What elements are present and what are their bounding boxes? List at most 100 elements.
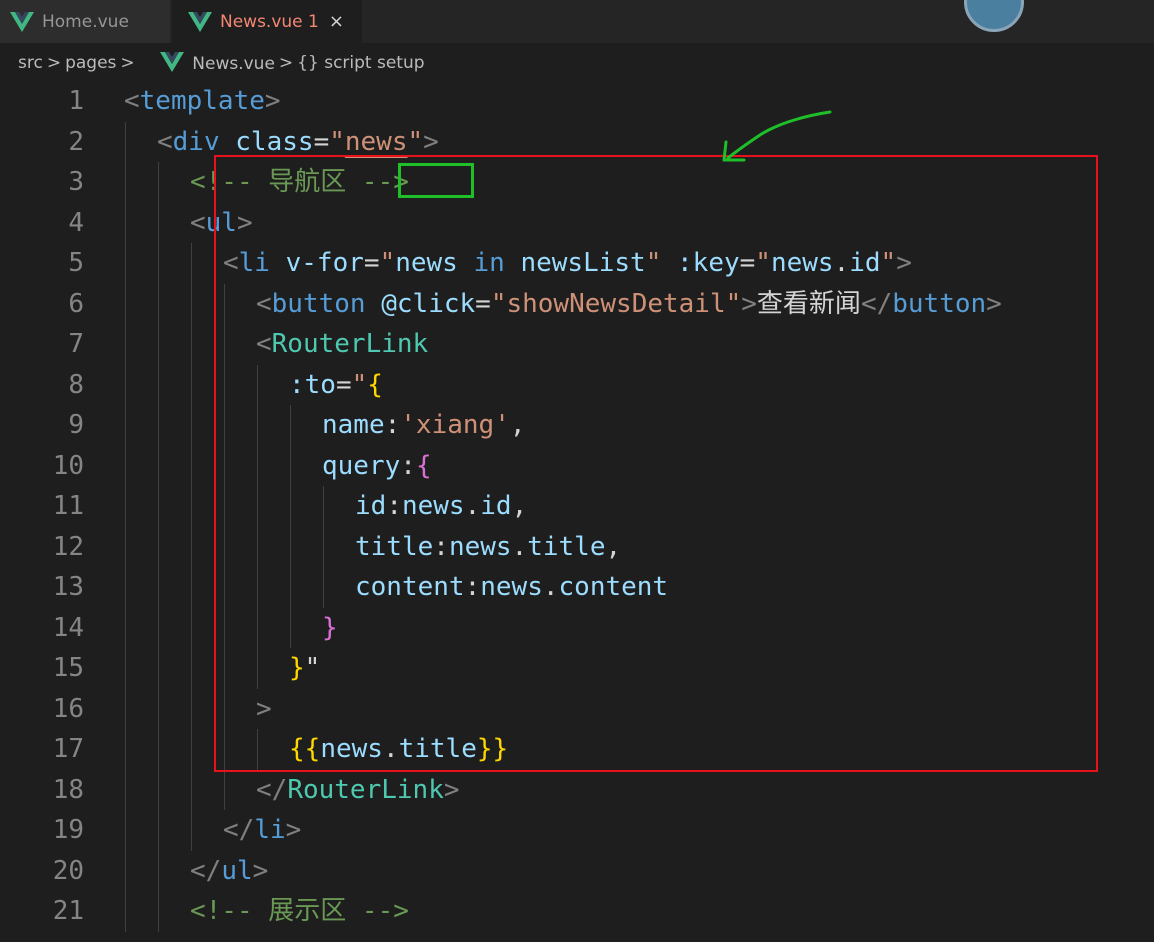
- code-line[interactable]: 17 {{news.title}}: [0, 729, 1154, 770]
- code-line[interactable]: 12 title:news.title,: [0, 527, 1154, 568]
- code-token: 查看新闻: [756, 288, 861, 319]
- code-token: </: [860, 288, 893, 319]
- code-token: id: [480, 491, 512, 521]
- code-text: >: [256, 689, 272, 730]
- code-editor[interactable]: 1 <template> 2 <div class="news"> 3 <!-- 导航区 …: [0, 83, 1154, 942]
- code-token: title: [355, 531, 434, 562]
- line-number: 16: [52, 693, 84, 724]
- code-line[interactable]: 4 <ul>: [0, 203, 1154, 244]
- code-text: :to="{: [289, 365, 383, 406]
- code-line[interactable]: 16 >: [0, 689, 1154, 730]
- code-token: </: [256, 774, 288, 805]
- code-token: <: [223, 248, 239, 278]
- code-token: :: [433, 531, 449, 562]
- code-token: news: [480, 572, 543, 602]
- code-token: =: [475, 288, 491, 319]
- code-line[interactable]: 18 </RouterLink>: [0, 770, 1154, 811]
- code-token: content: [558, 572, 669, 602]
- code-text: </ul>: [190, 851, 268, 892]
- code-text: <!-- 导航区 -->: [190, 162, 409, 203]
- code-token: <: [124, 86, 140, 116]
- code-token: :key: [677, 248, 740, 278]
- code-token: div: [172, 126, 220, 157]
- code-line[interactable]: 10 query:{: [0, 446, 1154, 487]
- code-line[interactable]: 20 </ul>: [0, 851, 1154, 892]
- code-token: news: [395, 248, 458, 278]
- breadcrumb-item-pages[interactable]: pages: [65, 53, 116, 73]
- code-token: .: [833, 248, 850, 278]
- code-line[interactable]: 7 <RouterLink: [0, 324, 1154, 365]
- line-number: 13: [52, 572, 84, 602]
- code-token: =: [313, 126, 330, 157]
- code-line[interactable]: 13 content:news.content: [0, 567, 1154, 608]
- close-icon[interactable]: ×: [329, 11, 344, 32]
- code-token: <: [190, 207, 206, 238]
- code-token: {{: [289, 734, 321, 764]
- breadcrumb-item-src[interactable]: src: [18, 53, 43, 73]
- code-line[interactable]: 21 <!-- 展示区 -->: [0, 891, 1154, 932]
- code-line[interactable]: 9 name:'xiang',: [0, 405, 1154, 446]
- code-token: </: [223, 815, 255, 845]
- line-number: 10: [52, 450, 84, 481]
- code-text: query:{: [322, 446, 432, 487]
- code-text: <ul>: [190, 203, 253, 244]
- code-token: >: [741, 288, 757, 319]
- code-line[interactable]: 1 <template>: [0, 83, 1154, 122]
- line-number: 15: [52, 653, 84, 683]
- code-token: </: [190, 855, 222, 886]
- code-line[interactable]: 14}: [0, 608, 1154, 649]
- line-number: 6: [68, 288, 84, 319]
- code-line[interactable]: 3 <!-- 导航区 -->: [0, 162, 1154, 203]
- chevron-right-icon: >: [46, 53, 62, 73]
- line-number: 12: [52, 531, 84, 562]
- code-token: ": [379, 248, 396, 278]
- vue-logo-icon: [188, 11, 212, 32]
- code-line[interactable]: 11 id:news.id,: [0, 486, 1154, 527]
- code-text: <!-- 展示区 -->: [190, 891, 409, 932]
- code-token: }: [289, 653, 305, 683]
- line-number: 7: [68, 329, 84, 359]
- code-text: <button @click="showNewsDetail">查看新闻</bu…: [256, 284, 1002, 325]
- code-token: ": [351, 369, 368, 400]
- code-text: <li v-for="news in newsList" :key="news.…: [223, 243, 912, 284]
- code-token: .: [542, 572, 559, 602]
- line-number: 8: [68, 369, 84, 400]
- code-text: {{news.title}}: [289, 729, 508, 770]
- code-token: :to: [289, 369, 336, 400]
- code-token: >: [285, 815, 302, 845]
- code-token: v-for: [285, 248, 364, 278]
- code-token: =: [335, 369, 352, 400]
- code-token: class: [235, 126, 314, 157]
- code-token: :: [386, 491, 402, 521]
- code-token: .: [511, 531, 528, 562]
- code-line[interactable]: 15}": [0, 648, 1154, 689]
- code-token: news: [320, 734, 383, 764]
- line-number: 20: [52, 855, 84, 886]
- vue-logo-icon: [10, 11, 34, 32]
- code-line[interactable]: 6 <button @click="showNewsDetail">查看新闻</b…: [0, 284, 1154, 325]
- code-token: :: [400, 450, 416, 481]
- code-token: >: [264, 86, 281, 116]
- code-line[interactable]: 8 :to="{: [0, 365, 1154, 406]
- code-line[interactable]: 2 <div class="news">: [0, 122, 1154, 163]
- code-text: content:news.content: [355, 567, 668, 608]
- code-line[interactable]: 5 <li v-for="news in newsList" :key="news…: [0, 243, 1154, 284]
- clock-badge: 12:48: [964, 0, 1024, 32]
- code-token: button: [271, 288, 366, 319]
- line-number: 11: [52, 491, 84, 521]
- code-token: >: [423, 126, 439, 157]
- code-text: <RouterLink: [256, 324, 428, 365]
- chevron-right-icon: >: [278, 53, 294, 73]
- breadcrumb-item-script-setup[interactable]: {} script setup: [297, 53, 424, 73]
- code-token: newsList: [520, 248, 646, 278]
- code-text: <div class="news">: [157, 122, 439, 163]
- code-token: @click: [381, 288, 476, 319]
- code-token: query: [322, 450, 401, 481]
- code-token: .: [464, 491, 481, 521]
- line-number: 3: [68, 167, 84, 197]
- code-line[interactable]: 19 </li>: [0, 810, 1154, 851]
- code-token: >: [986, 288, 1002, 319]
